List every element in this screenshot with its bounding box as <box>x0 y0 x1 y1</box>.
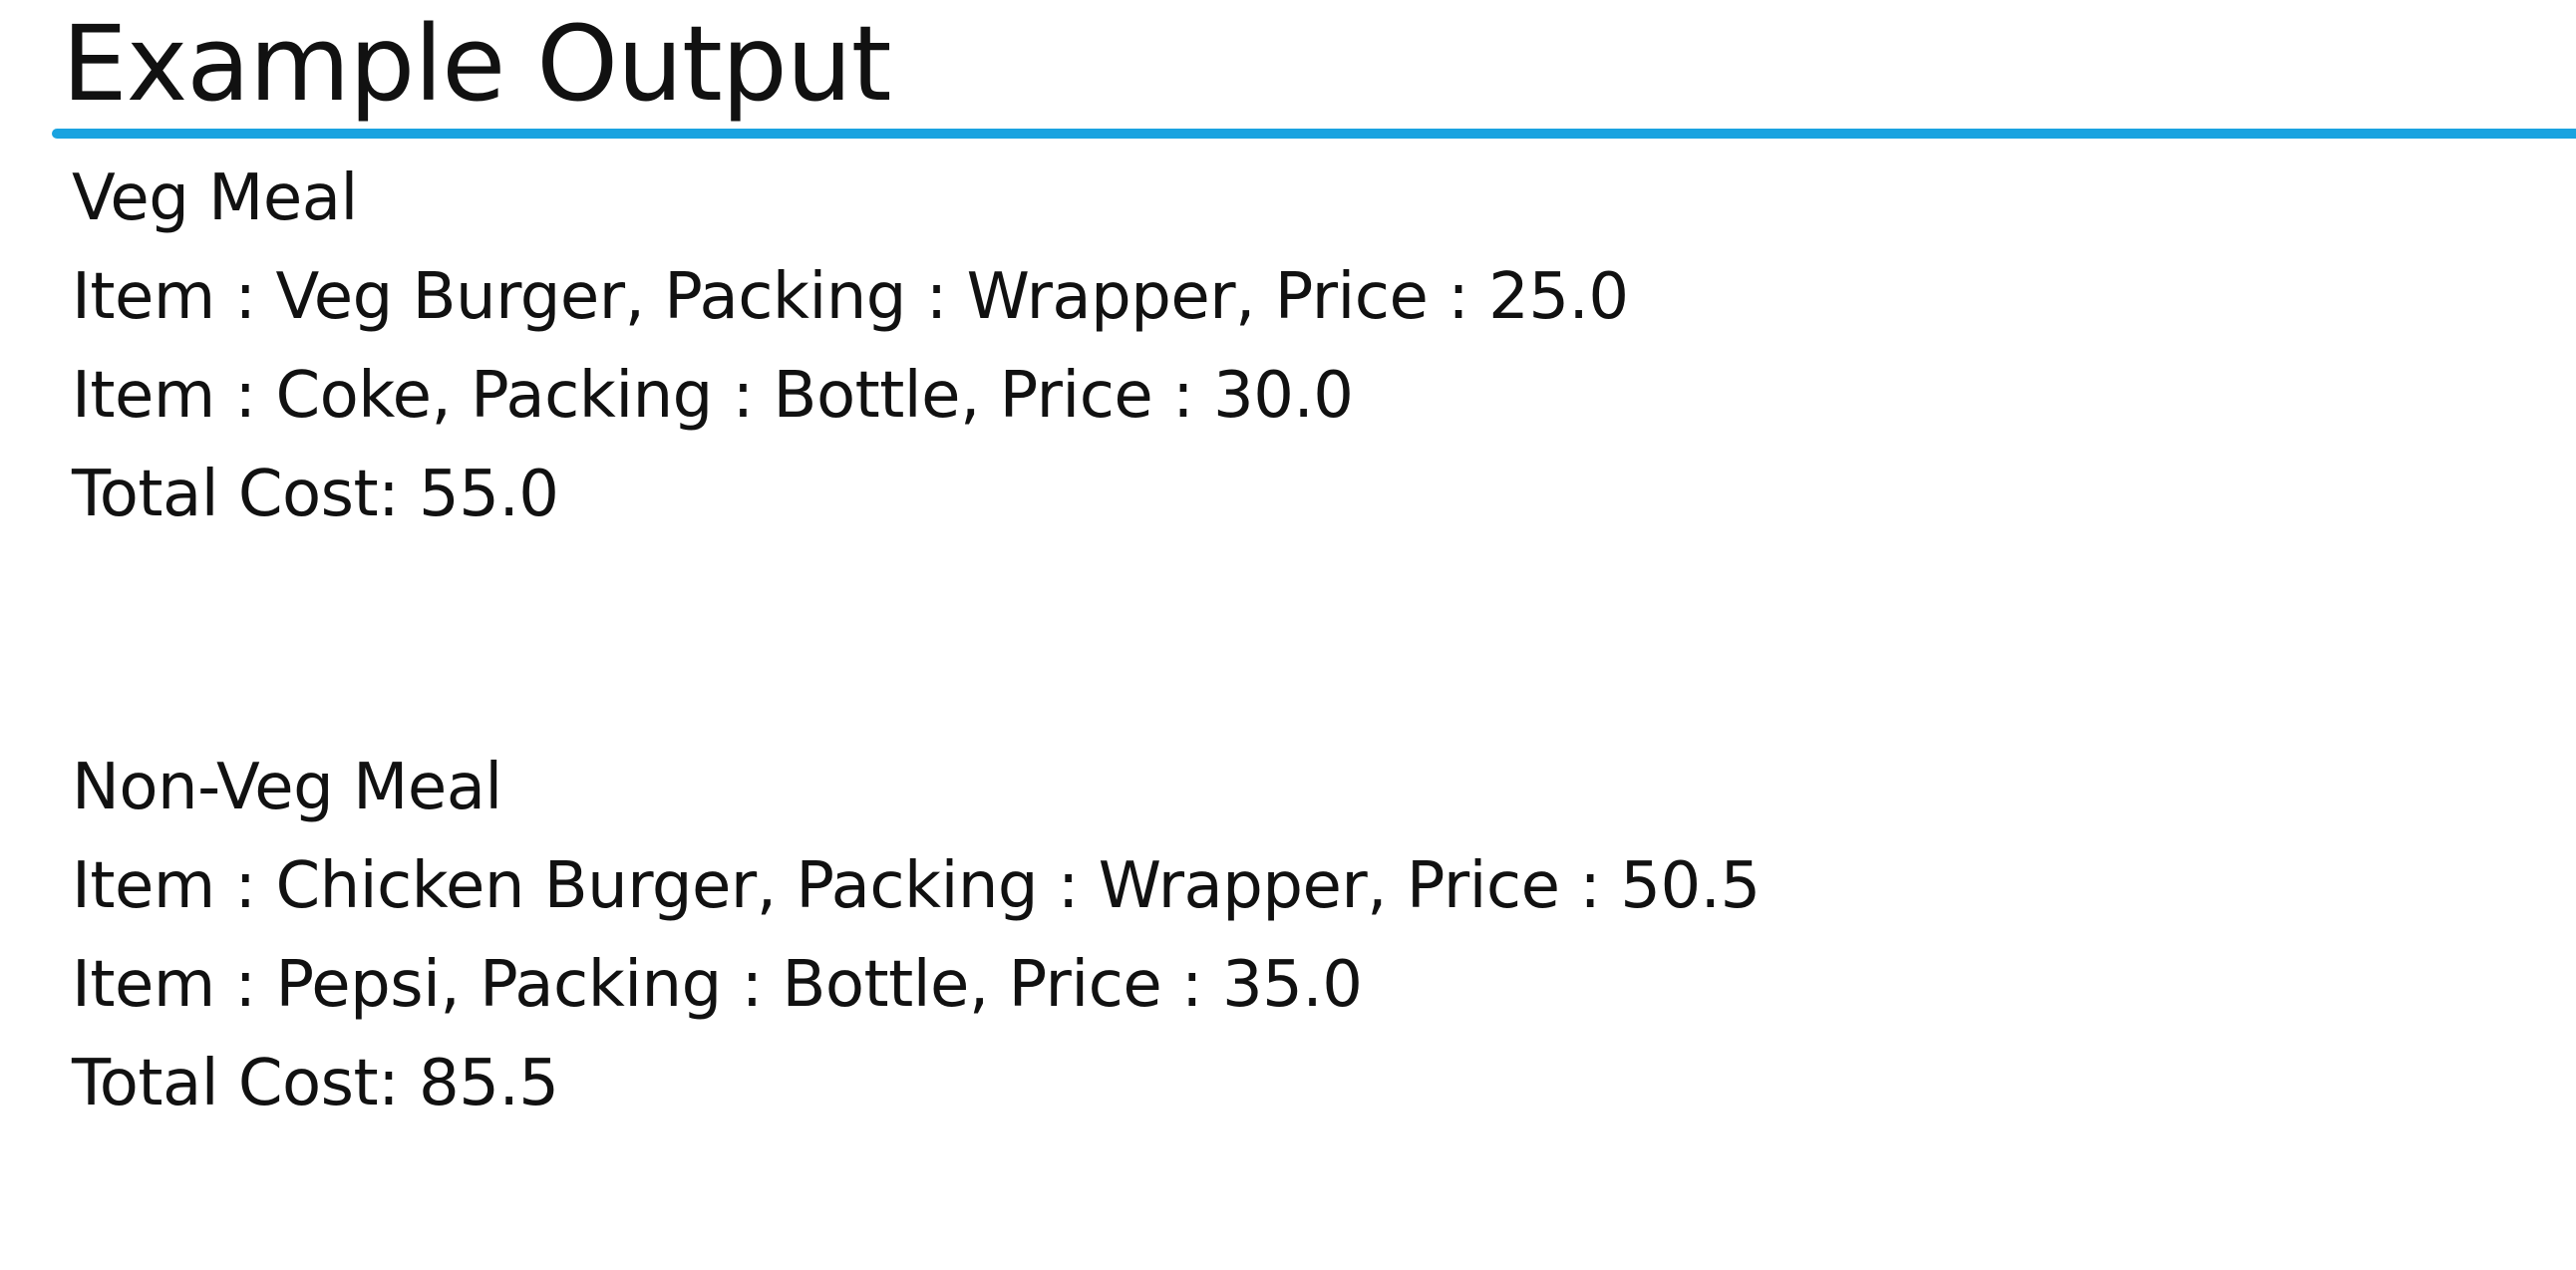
meal-item-line: Item : Coke, Packing : Bottle, Price : 3… <box>72 359 1354 433</box>
meal-total-line: Total Cost: 55.0 <box>72 458 559 531</box>
meal-item-line: Item : Chicken Burger, Packing : Wrapper… <box>72 849 1761 923</box>
output-block-nonveg: Non-Veg Meal Item : Chicken Burger, Pack… <box>72 739 1761 1133</box>
title-underline <box>52 129 2576 139</box>
meal-item-line: Item : Pepsi, Packing : Bottle, Price : … <box>72 948 1363 1022</box>
meal-heading: Veg Meal <box>72 161 358 235</box>
output-block-veg: Veg Meal Item : Veg Burger, Packing : Wr… <box>72 150 1629 544</box>
meal-heading: Non-Veg Meal <box>72 751 502 824</box>
page-title: Example Output <box>62 3 892 125</box>
meal-item-line: Item : Veg Burger, Packing : Wrapper, Pr… <box>72 260 1629 334</box>
meal-total-line: Total Cost: 85.5 <box>72 1047 559 1120</box>
